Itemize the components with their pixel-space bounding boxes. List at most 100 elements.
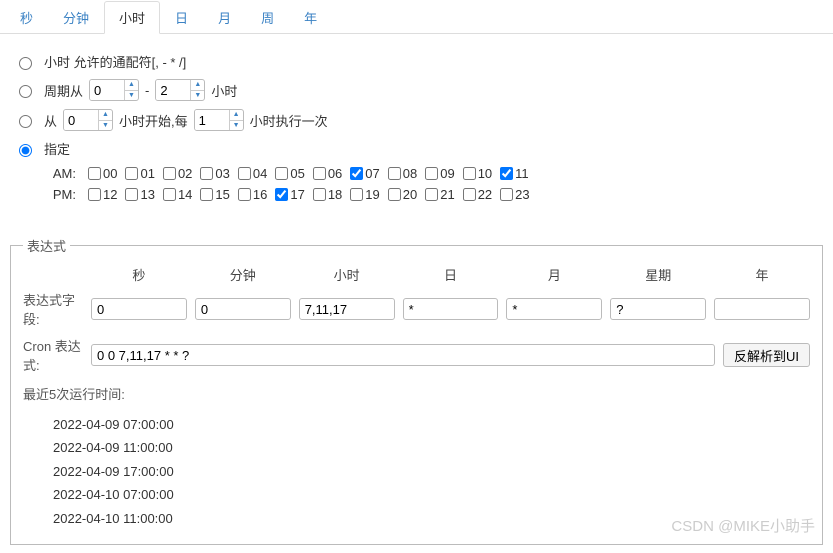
radio-range-suffix: 小时 bbox=[211, 81, 237, 100]
hour-checkbox-05[interactable] bbox=[275, 167, 288, 180]
hour-checkbox-03[interactable] bbox=[200, 167, 213, 180]
am-label: AM: bbox=[46, 166, 76, 181]
hour-20: 20 bbox=[388, 187, 417, 202]
hour-checkbox-16[interactable] bbox=[238, 188, 251, 201]
hour-checkbox-20[interactable] bbox=[388, 188, 401, 201]
cron-input[interactable] bbox=[91, 344, 715, 366]
header-minute: 分钟 bbox=[195, 265, 291, 284]
chevron-down-icon[interactable]: ▼ bbox=[191, 91, 204, 101]
hour-checkbox-06[interactable] bbox=[313, 167, 326, 180]
interval-start-spinner[interactable]: ▲▼ bbox=[63, 109, 113, 131]
hour-checkbox-18[interactable] bbox=[313, 188, 326, 201]
field-day[interactable] bbox=[403, 298, 499, 320]
hour-label-14: 14 bbox=[178, 187, 192, 202]
hour-checkbox-13[interactable] bbox=[125, 188, 138, 201]
field-year[interactable] bbox=[714, 298, 810, 320]
hour-02: 02 bbox=[163, 166, 192, 181]
radio-specify[interactable] bbox=[19, 144, 32, 157]
hour-label-00: 00 bbox=[103, 166, 117, 181]
tab-week[interactable]: 周 bbox=[246, 1, 289, 34]
hour-label-04: 04 bbox=[253, 166, 267, 181]
hour-checkbox-00[interactable] bbox=[88, 167, 101, 180]
recent-time: 2022-04-09 07:00:00 bbox=[53, 413, 810, 436]
radio-interval-suffix: 小时执行一次 bbox=[250, 111, 328, 130]
tab-minute[interactable]: 分钟 bbox=[48, 1, 104, 34]
tab-year[interactable]: 年 bbox=[289, 1, 332, 34]
hour-07: 07 bbox=[350, 166, 379, 181]
chevron-up-icon[interactable]: ▲ bbox=[99, 110, 112, 121]
hour-checkbox-02[interactable] bbox=[163, 167, 176, 180]
hour-15: 15 bbox=[200, 187, 229, 202]
hour-checkbox-08[interactable] bbox=[388, 167, 401, 180]
hour-label-10: 10 bbox=[478, 166, 492, 181]
field-week[interactable] bbox=[610, 298, 706, 320]
hour-10: 10 bbox=[463, 166, 492, 181]
expression-legend: 表达式 bbox=[23, 236, 70, 255]
tab-second[interactable]: 秒 bbox=[5, 1, 48, 34]
hour-19: 19 bbox=[350, 187, 379, 202]
hour-label-11: 11 bbox=[515, 166, 529, 181]
hour-checkbox-17[interactable] bbox=[275, 188, 288, 201]
hour-checkbox-15[interactable] bbox=[200, 188, 213, 201]
hour-checkbox-10[interactable] bbox=[463, 167, 476, 180]
recent-label: 最近5次运行时间: bbox=[23, 384, 810, 403]
hour-checkbox-04[interactable] bbox=[238, 167, 251, 180]
range-to-spinner[interactable]: ▲▼ bbox=[155, 79, 205, 101]
hour-00: 00 bbox=[88, 166, 117, 181]
hour-14: 14 bbox=[163, 187, 192, 202]
hour-label-03: 03 bbox=[215, 166, 229, 181]
chevron-down-icon[interactable]: ▼ bbox=[230, 121, 243, 131]
interval-start-input[interactable] bbox=[64, 110, 98, 130]
hour-label-09: 09 bbox=[440, 166, 454, 181]
hour-01: 01 bbox=[125, 166, 154, 181]
hour-checkbox-22[interactable] bbox=[463, 188, 476, 201]
recent-times: 2022-04-09 07:00:002022-04-09 11:00:0020… bbox=[23, 403, 810, 530]
radio-range[interactable] bbox=[19, 85, 32, 98]
radio-specify-label: 指定 bbox=[44, 139, 70, 158]
range-to-input[interactable] bbox=[156, 80, 190, 100]
hour-checkbox-14[interactable] bbox=[163, 188, 176, 201]
field-hour[interactable] bbox=[299, 298, 395, 320]
interval-every-spinner[interactable]: ▲▼ bbox=[194, 109, 244, 131]
hour-12: 12 bbox=[88, 187, 117, 202]
chevron-down-icon[interactable]: ▼ bbox=[99, 121, 112, 131]
chevron-up-icon[interactable]: ▲ bbox=[125, 80, 138, 91]
hour-label-01: 01 bbox=[140, 166, 154, 181]
tab-hour[interactable]: 小时 bbox=[104, 1, 160, 34]
hour-checkbox-19[interactable] bbox=[350, 188, 363, 201]
hour-label-02: 02 bbox=[178, 166, 192, 181]
radio-wildcard[interactable] bbox=[19, 57, 32, 70]
chevron-up-icon[interactable]: ▲ bbox=[230, 110, 243, 121]
header-year: 年 bbox=[714, 265, 810, 284]
field-month[interactable] bbox=[506, 298, 602, 320]
hour-16: 16 bbox=[238, 187, 267, 202]
hour-checkbox-11[interactable] bbox=[500, 167, 513, 180]
range-sep: - bbox=[145, 83, 149, 98]
radio-interval[interactable] bbox=[19, 115, 32, 128]
expression-fieldset: 表达式 秒 分钟 小时 日 月 星期 年 表达式字段: Cron 表达式: 反解… bbox=[10, 236, 823, 545]
hour-checkbox-01[interactable] bbox=[125, 167, 138, 180]
hour-label-20: 20 bbox=[403, 187, 417, 202]
hour-checkbox-09[interactable] bbox=[425, 167, 438, 180]
tab-day[interactable]: 日 bbox=[160, 1, 203, 34]
range-from-input[interactable] bbox=[90, 80, 124, 100]
hour-checkbox-07[interactable] bbox=[350, 167, 363, 180]
field-second[interactable] bbox=[91, 298, 187, 320]
hour-checkbox-21[interactable] bbox=[425, 188, 438, 201]
interval-every-input[interactable] bbox=[195, 110, 229, 130]
parse-button[interactable]: 反解析到UI bbox=[723, 343, 810, 367]
hour-checkbox-23[interactable] bbox=[500, 188, 513, 201]
hour-checkbox-12[interactable] bbox=[88, 188, 101, 201]
hour-label-17: 17 bbox=[290, 187, 304, 202]
cron-label: Cron 表达式: bbox=[23, 336, 83, 374]
hour-04: 04 bbox=[238, 166, 267, 181]
chevron-down-icon[interactable]: ▼ bbox=[125, 91, 138, 101]
fields-label: 表达式字段: bbox=[23, 290, 83, 328]
range-from-spinner[interactable]: ▲▼ bbox=[89, 79, 139, 101]
chevron-up-icon[interactable]: ▲ bbox=[191, 80, 204, 91]
hour-08: 08 bbox=[388, 166, 417, 181]
tab-month[interactable]: 月 bbox=[203, 1, 246, 34]
header-day: 日 bbox=[403, 265, 499, 284]
hour-label-08: 08 bbox=[403, 166, 417, 181]
field-minute[interactable] bbox=[195, 298, 291, 320]
